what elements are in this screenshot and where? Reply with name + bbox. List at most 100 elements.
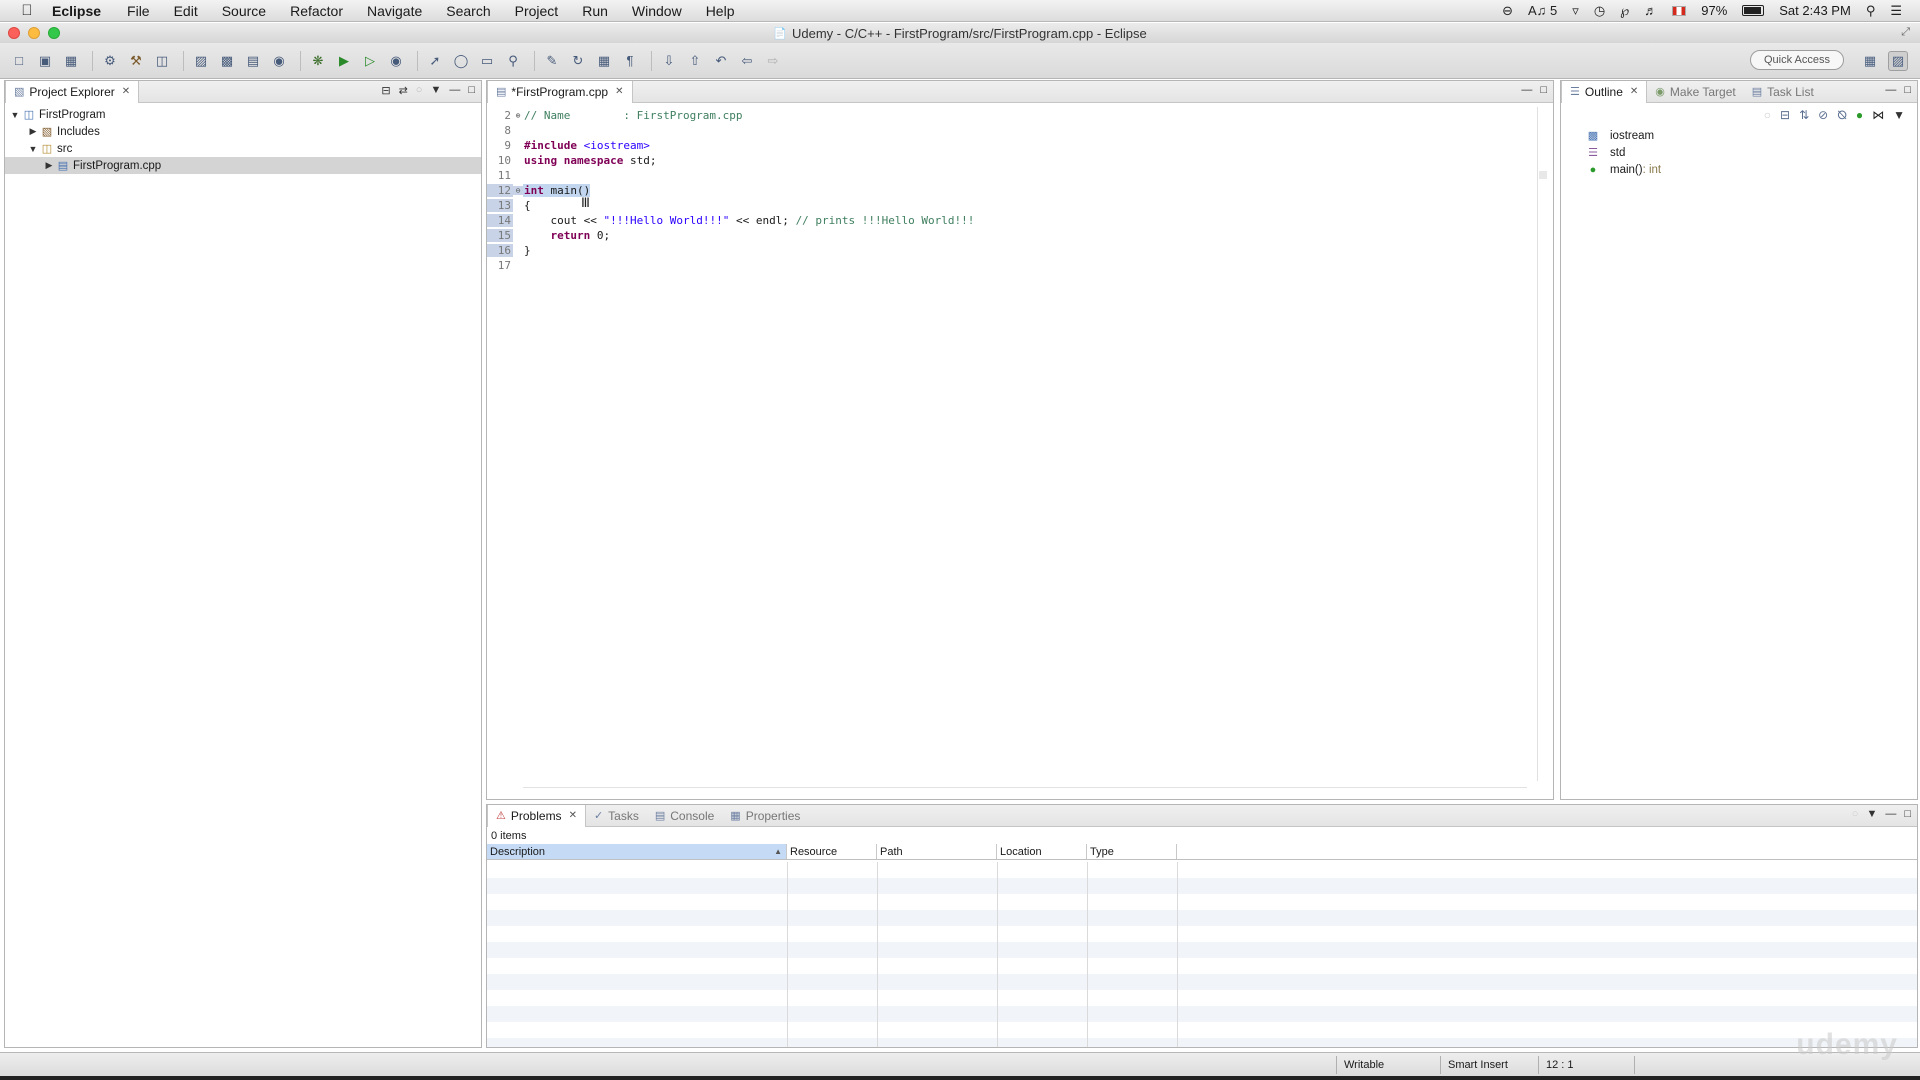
tree-item-firstprogram[interactable]: ▼ ◫ FirstProgram xyxy=(5,106,481,123)
expanded-twisty-icon[interactable]: ▼ xyxy=(9,110,21,120)
tab-console[interactable]: ▤ Console xyxy=(647,805,722,827)
toggle-mark-occurrences-icon[interactable]: ✎ xyxy=(541,50,563,72)
window-zoom-button[interactable] xyxy=(48,27,60,39)
minimize-icon[interactable]: — xyxy=(1885,84,1896,96)
overview-marker[interactable] xyxy=(1539,171,1547,179)
search-icon[interactable]: ⚲ xyxy=(502,50,524,72)
menu-edit[interactable]: Edit xyxy=(174,3,198,19)
tab-firstprogram-cpp[interactable]: ▤ *FirstProgram.cpp ✕ xyxy=(487,80,633,103)
code-line[interactable]: 15 return 0; xyxy=(487,228,1531,243)
menu-project[interactable]: Project xyxy=(515,3,559,19)
do-not-disturb-icon[interactable]: ⊖ xyxy=(1502,3,1513,19)
menubar-clock[interactable]: Sat 2:43 PM xyxy=(1779,3,1851,18)
build-icon[interactable]: ⚒ xyxy=(125,50,147,72)
sort-icon[interactable]: ⇅ xyxy=(1799,108,1809,122)
code-line[interactable]: 14 cout << "!!!Hello World!!!" << endl; … xyxy=(487,213,1531,228)
view-menu-icon[interactable]: ▼ xyxy=(1893,108,1905,122)
menu-search[interactable]: Search xyxy=(446,3,490,19)
open-type-icon[interactable]: ◯ xyxy=(450,50,472,72)
column-path[interactable]: Path xyxy=(877,844,997,859)
column-location[interactable]: Location xyxy=(997,844,1087,859)
tab-make-target[interactable]: ◉ Make Target xyxy=(1647,81,1743,103)
code-line[interactable]: 16 } xyxy=(487,243,1531,258)
build-all-icon[interactable]: ◫ xyxy=(151,50,173,72)
maximize-icon[interactable]: □ xyxy=(468,84,475,97)
tab-outline[interactable]: ☰ Outline ✕ xyxy=(1561,80,1648,103)
tab-problems[interactable]: ⚠ Problems ✕ xyxy=(487,804,586,827)
tree-item-firstprogram-cpp[interactable]: ▶ ▤ FirstProgram.cpp xyxy=(5,157,481,174)
hide-fields-icon[interactable]: ⊘ xyxy=(1818,108,1828,122)
wifi-icon[interactable]: ▿ xyxy=(1572,3,1579,19)
outline-item-function[interactable]: ● main() : int xyxy=(1561,161,1917,178)
editor-overview-ruler[interactable] xyxy=(1537,107,1547,781)
tab-project-explorer[interactable]: ▧ Project Explorer ✕ xyxy=(5,80,140,103)
tree-item-src[interactable]: ▼ ◫ src xyxy=(5,140,481,157)
menu-file[interactable]: File xyxy=(127,3,150,19)
editor-horizontal-scrollbar[interactable] xyxy=(523,787,1527,793)
column-description[interactable]: Description ▲ xyxy=(487,844,787,859)
code-line[interactable]: 8 xyxy=(487,123,1531,138)
toggle-block-selection-icon[interactable]: ▦ xyxy=(593,50,615,72)
run-icon[interactable]: ▶ xyxy=(333,50,355,72)
outline-item-include[interactable]: ▩ iostream xyxy=(1561,127,1917,144)
code-line[interactable]: 11 xyxy=(487,168,1531,183)
minimize-icon[interactable]: — xyxy=(1521,84,1532,96)
volume-icon[interactable]: ♬ xyxy=(1644,3,1657,18)
fullscreen-icon[interactable]: ⤢ xyxy=(1901,26,1910,39)
save-all-icon[interactable]: ▦ xyxy=(60,50,82,72)
code-line[interactable]: 13 { Ⅲ xyxy=(487,196,1531,213)
menu-run[interactable]: Run xyxy=(582,3,608,19)
quick-access-input[interactable]: Quick Access xyxy=(1750,50,1844,70)
apple-menu-icon[interactable]:  xyxy=(14,2,40,19)
new-source-file-icon[interactable]: ▤ xyxy=(242,50,264,72)
fold-collapse-icon[interactable]: ⊖ xyxy=(513,186,523,195)
link-with-editor-icon[interactable]: ⇄ xyxy=(399,84,408,97)
hide-macros-icon[interactable]: ⋈ xyxy=(1872,108,1884,122)
window-minimize-button[interactable] xyxy=(28,27,40,39)
expanded-twisty-icon[interactable]: ▼ xyxy=(27,144,39,154)
tab-properties[interactable]: ▦ Properties xyxy=(722,805,808,827)
column-type[interactable]: Type xyxy=(1087,844,1177,859)
collapsed-twisty-icon[interactable]: ▶ xyxy=(27,126,39,137)
app-menu[interactable]: Eclipse xyxy=(52,3,101,19)
battery-icon[interactable] xyxy=(1742,5,1765,16)
new-class-icon[interactable]: ◉ xyxy=(268,50,290,72)
close-icon[interactable]: ✕ xyxy=(615,86,623,97)
bluetooth-icon[interactable]: ℘ xyxy=(1620,3,1629,19)
collapse-all-icon[interactable]: ⊟ xyxy=(381,84,390,97)
window-close-button[interactable] xyxy=(8,27,20,39)
manage-configurations-icon[interactable]: ⚙ xyxy=(99,50,121,72)
collapse-all-icon[interactable]: ⊟ xyxy=(1780,108,1790,122)
code-text-area[interactable]: 2 ⊕ // Name : FirstProgram.cpp 8 9 #incl… xyxy=(487,105,1531,783)
show-whitespace-icon[interactable]: ¶ xyxy=(619,50,641,72)
new-icon[interactable]: □ xyxy=(8,50,30,72)
menu-refactor[interactable]: Refactor xyxy=(290,3,343,19)
code-line[interactable]: 9 #include <iostream> xyxy=(487,138,1531,153)
open-folder-icon[interactable]: ▭ xyxy=(476,50,498,72)
outline-item-namespace[interactable]: ☰ std xyxy=(1561,144,1917,161)
hide-non-public-icon[interactable]: ● xyxy=(1856,108,1863,122)
menu-help[interactable]: Help xyxy=(706,3,735,19)
view-menu-icon[interactable]: ▼ xyxy=(430,84,441,97)
code-line-current[interactable]: 12 ⊖ int main() xyxy=(487,183,1531,198)
menu-source[interactable]: Source xyxy=(222,3,266,19)
toggle-word-wrap-icon[interactable]: ↻ xyxy=(567,50,589,72)
input-source-flag-icon[interactable] xyxy=(1672,5,1687,16)
code-line[interactable]: 2 ⊕ // Name : FirstProgram.cpp xyxy=(487,108,1531,123)
close-icon[interactable]: ✕ xyxy=(122,86,130,97)
code-line[interactable]: 17 xyxy=(487,258,1531,273)
minimize-icon[interactable]: — xyxy=(1885,808,1896,820)
open-perspective-icon[interactable]: ▦ xyxy=(1860,51,1880,71)
time-machine-icon[interactable]: ◷ xyxy=(1594,3,1605,19)
tab-task-list[interactable]: ▤ Task List xyxy=(1744,81,1822,103)
cpp-perspective-icon[interactable]: ▨ xyxy=(1888,51,1908,71)
fold-expand-icon[interactable]: ⊕ xyxy=(513,111,523,120)
external-tools-icon[interactable]: ◉ xyxy=(385,50,407,72)
close-icon[interactable]: ✕ xyxy=(1630,86,1638,97)
hide-static-icon[interactable]: ⦰ xyxy=(1837,108,1847,123)
maximize-icon[interactable]: □ xyxy=(1540,84,1547,96)
view-menu-icon[interactable]: ▼ xyxy=(1866,808,1877,820)
debug-icon[interactable]: ❋ xyxy=(307,50,329,72)
column-resource[interactable]: Resource xyxy=(787,844,877,859)
spotlight-icon[interactable]: ⚲ xyxy=(1866,3,1876,19)
